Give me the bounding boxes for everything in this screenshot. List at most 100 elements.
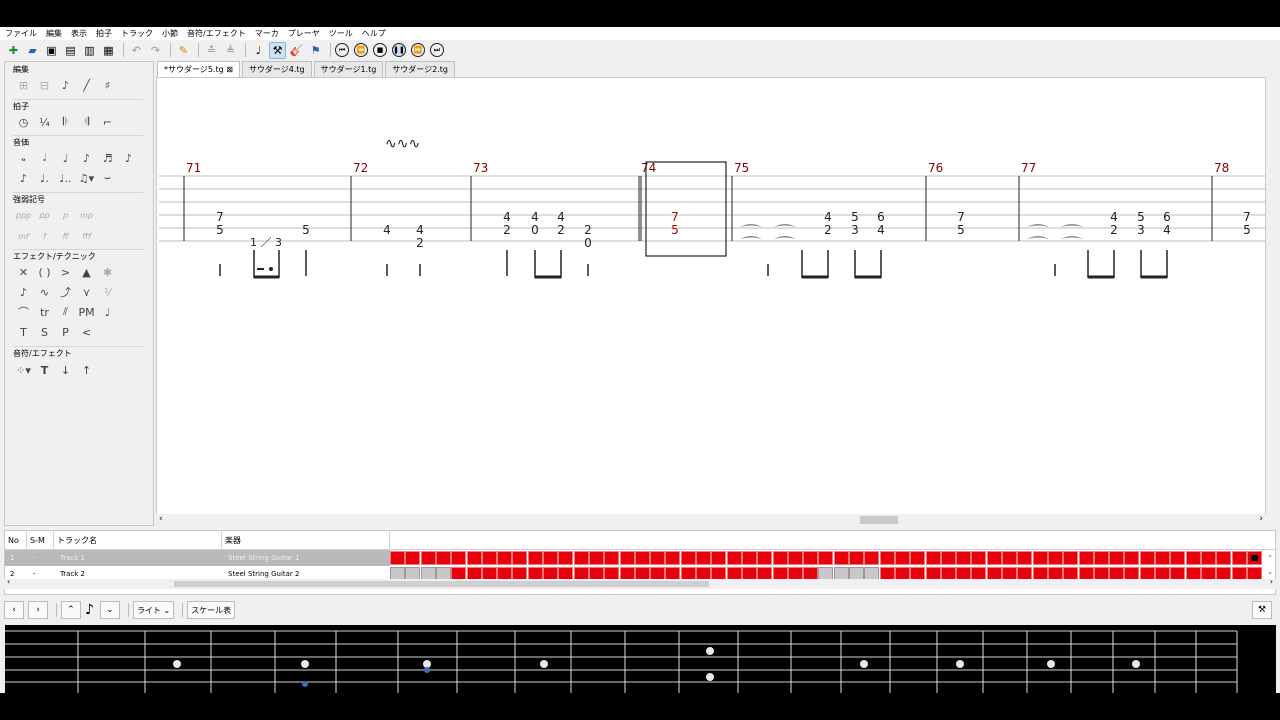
scroll-left-icon[interactable]: ‹ [7,577,10,586]
print-preview-icon[interactable]: ▦ [100,42,117,59]
slapping-icon[interactable]: S [36,324,53,340]
measure-cell[interactable] [420,551,436,565]
measure-cell[interactable] [910,551,926,565]
score-view-icon[interactable]: ♩ [250,42,267,59]
menu-marker[interactable]: マーカ [255,28,279,39]
guitar-icon[interactable]: 🎸 [288,42,305,59]
measure-cell[interactable] [1002,551,1017,565]
measure-cell[interactable] [1047,551,1063,565]
menu-tools[interactable]: ツール [329,28,353,39]
dotted-icon[interactable]: ♩. [36,170,53,186]
measure-cell[interactable] [466,551,482,565]
measure-cell[interactable] [1200,551,1216,565]
scale-button[interactable]: スケール表 [187,601,236,619]
ghost-note-icon[interactable]: ( ) [36,264,53,280]
measure-cell[interactable] [665,551,681,565]
scroll-thumb[interactable] [174,581,709,587]
menu-file[interactable]: ファイル [5,28,37,39]
measure-cell[interactable] [849,551,864,565]
dynamic-ppp[interactable]: ppp [15,207,32,223]
whole-note-icon[interactable]: 𝅝 [15,150,32,166]
dynamic-mp[interactable]: mp [78,207,95,223]
tempo-icon[interactable]: ◷ [15,114,32,130]
measure-cell[interactable] [1063,551,1079,565]
thirtysecond-note-icon[interactable]: ♪ [120,150,137,166]
last-icon[interactable]: ⏭ [430,43,444,57]
accent-icon[interactable]: > [57,264,74,280]
scroll-left-icon[interactable]: ‹ [159,514,163,524]
measure-cell[interactable] [604,551,620,565]
print-icon[interactable]: ▥ [81,42,98,59]
measure-cell[interactable] [543,551,558,565]
voice2-icon[interactable]: ≜ [222,42,239,59]
measure-cell[interactable] [481,551,497,565]
measure-cell[interactable] [405,551,421,565]
tapping-icon[interactable]: T [15,324,32,340]
measure-cell[interactable] [588,551,604,565]
menu-measure[interactable]: 小節 [162,28,178,39]
bend-icon[interactable]: ⤴ [57,284,74,300]
dead-note-icon[interactable]: ✕ [15,264,32,280]
measure-cell[interactable] [619,551,635,565]
menu-note-effect[interactable]: 音符/エフェクト [187,28,246,39]
track-scroll-arrows[interactable]: ⌃ ⌄ [1267,551,1273,579]
tremolo-bar-icon[interactable]: ⋎ [78,284,95,300]
tremolo-picking-icon[interactable]: ⫽ [57,304,74,320]
undo-icon[interactable]: ↶ [128,42,145,59]
menu-player[interactable]: プレーヤ [288,28,320,39]
save-as-icon[interactable]: ▤ [62,42,79,59]
open-file-icon[interactable]: ▰ [24,42,41,59]
track-row[interactable]: 1 - Track 1 Steel String Guitar 1 [5,550,390,566]
measure-cell[interactable] [650,551,666,565]
measure-cell[interactable] [512,551,528,565]
marker-flag-icon[interactable]: ⚑ [307,42,324,59]
measure-cell[interactable] [986,551,1002,565]
measure-cell[interactable] [696,551,711,565]
stroke-up-icon[interactable]: ↑ [78,362,95,378]
dynamic-p[interactable]: p [57,207,74,223]
grace-note-icon[interactable]: ♪ [15,284,32,300]
sixteenth-note-icon[interactable]: ♬ [99,150,116,166]
chevron-right-icon[interactable]: › [28,601,48,619]
remove-chord-icon[interactable]: ⊟ [36,77,53,93]
scroll-thumb[interactable] [860,516,898,524]
popping-icon[interactable]: P [57,324,74,340]
slap-icon[interactable]: ⅟ [99,284,116,300]
measure-cell[interactable] [451,551,467,565]
measure-cell[interactable] [940,551,956,565]
tablature-editor[interactable]: 71 72 73 74 75 76 77 78 ∿∿∿ 7 5 5 4 4 2 [156,77,1266,525]
dynamic-fff[interactable]: fff [78,228,95,244]
fade-in-icon[interactable]: < [78,324,95,340]
measure-cell[interactable] [818,551,834,565]
insert-chord-icon[interactable]: ⊞ [15,77,32,93]
measure-cell[interactable] [925,551,941,565]
measure-cell[interactable] [1032,551,1048,565]
measure-cell[interactable] [558,551,574,565]
menu-composition[interactable]: 拍子 [96,28,112,39]
repeat-close-icon[interactable]: 𝄇 [78,114,95,130]
measure-cell[interactable] [726,551,742,565]
slide-icon[interactable]: ╱ [78,77,95,93]
accidental-icon[interactable]: ♯ [99,77,116,93]
measure-cell[interactable] [971,551,987,565]
sixtyfourth-note-icon[interactable]: ♪ [15,170,32,186]
measure-cell[interactable] [1139,551,1155,565]
header-no[interactable]: No [5,531,27,550]
palm-mute-icon[interactable]: PM [78,304,95,320]
heavy-accent-icon[interactable]: ▲ [78,264,95,280]
tab-saudade4[interactable]: サウダージ4.tg [241,61,312,77]
score-horizontal-scrollbar[interactable]: ‹ › [156,514,1266,526]
measure-cell[interactable] [711,551,727,565]
tab-saudade1[interactable]: サウダージ1.tg [313,61,384,77]
menu-edit[interactable]: 編集 [46,28,62,39]
measure-cell[interactable] [1109,551,1125,565]
alternate-ending-icon[interactable]: ⌐ [99,114,116,130]
measure-cell[interactable] [497,551,513,565]
chevron-left-icon[interactable]: ‹ [4,601,24,619]
menu-track[interactable]: トラック [121,28,153,39]
half-note-icon[interactable]: 𝅗𝅥 [36,150,53,166]
measure-cell[interactable] [1170,551,1186,565]
settings-icon[interactable]: ⚒ [1252,601,1272,619]
measure-cell[interactable] [1155,551,1170,565]
chord-dropdown-icon[interactable]: ⁘▾ [15,362,32,378]
